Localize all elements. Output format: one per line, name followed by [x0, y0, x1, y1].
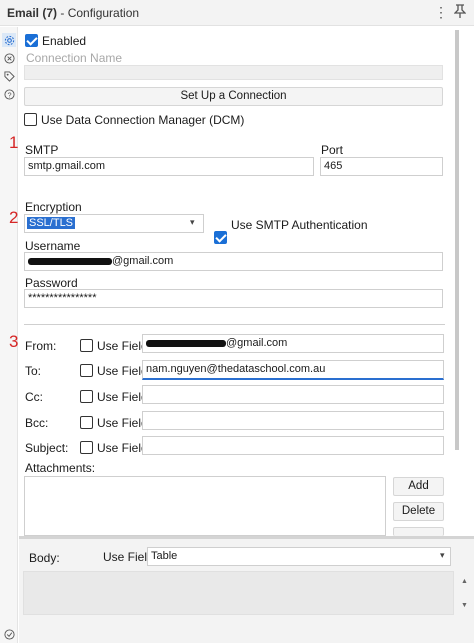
from-label: From:	[25, 339, 57, 353]
help-icon[interactable]: ?	[2, 87, 16, 101]
annotation-2: 2	[9, 208, 19, 227]
cc-use-field-label: Use Field	[97, 390, 148, 404]
smtp-auth-label: Use SMTP Authentication	[231, 218, 368, 232]
subject-input[interactable]	[142, 436, 444, 455]
attachments-label: Attachments:	[25, 461, 96, 475]
connection-name-field	[24, 65, 443, 80]
pin-icon[interactable]	[453, 4, 467, 21]
cc-use-field-checkbox[interactable]	[80, 390, 93, 403]
body-preview	[23, 571, 454, 615]
smtp-auth-checkbox[interactable]	[214, 231, 227, 244]
to-label: To:	[25, 364, 42, 378]
body-field-select[interactable]: Table	[147, 547, 451, 566]
subject-use-field-label: Use Field	[97, 441, 148, 455]
from-use-field-checkbox[interactable]	[80, 339, 93, 352]
dcm-label: Use Data Connection Manager (DCM)	[41, 113, 245, 127]
cc-input[interactable]	[142, 385, 444, 404]
password-input[interactable]: ****************	[24, 289, 443, 308]
username-input[interactable]: @gmail.com	[24, 252, 443, 271]
enabled-label: Enabled	[42, 34, 87, 48]
encryption-value: SSL/TLS	[27, 217, 76, 229]
annotation-3: 3	[9, 332, 19, 351]
gear-icon[interactable]	[2, 33, 16, 47]
delete-attachment-button[interactable]: Delete	[393, 502, 444, 521]
password-label: Password	[25, 276, 78, 290]
attachments-list[interactable]	[24, 476, 386, 536]
bcc-use-field-label: Use Field	[97, 416, 148, 430]
connection-name-label: Connection Name	[26, 51, 123, 65]
cc-label: Cc:	[25, 390, 43, 404]
chevron-down-icon[interactable]: ▾	[440, 550, 445, 561]
chevron-down-icon[interactable]: ▾	[190, 217, 195, 228]
scrollbar-thumb[interactable]	[455, 30, 459, 450]
smtp-label: SMTP	[25, 143, 59, 157]
smtp-input[interactable]: smtp.gmail.com	[24, 157, 314, 176]
connection-icon[interactable]	[2, 51, 16, 65]
to-input[interactable]: nam.nguyen@thedataschool.com.au	[142, 360, 444, 380]
enabled-checkbox[interactable]	[25, 34, 38, 47]
panel-header: Email (7) - Configuration ⋮	[0, 0, 474, 26]
annotation-1: 1	[9, 133, 19, 152]
to-use-field-checkbox[interactable]	[80, 364, 93, 377]
username-label: Username	[25, 239, 81, 253]
attachment-button-partial[interactable]	[393, 527, 444, 536]
add-attachment-button[interactable]: Add	[393, 477, 444, 496]
bcc-use-field-checkbox[interactable]	[80, 416, 93, 429]
encryption-label: Encryption	[25, 200, 82, 214]
redacted-text	[28, 257, 112, 265]
port-input[interactable]: 465	[320, 157, 443, 176]
dcm-checkbox[interactable]	[24, 113, 37, 126]
check-circle-icon	[2, 627, 16, 641]
panel-title: Email (7) - Configuration	[7, 6, 140, 20]
redacted-text	[146, 339, 226, 347]
bcc-label: Bcc:	[25, 416, 49, 430]
divider	[24, 324, 445, 325]
setup-connection-button[interactable]: Set Up a Connection	[24, 87, 443, 106]
from-use-field-label: Use Field	[97, 339, 148, 353]
subject-label: Subject:	[25, 441, 69, 455]
to-use-field-label: Use Field	[97, 364, 148, 378]
kebab-icon[interactable]: ⋮	[434, 4, 448, 21]
from-input[interactable]: @gmail.com	[142, 334, 444, 353]
tag-icon[interactable]	[2, 69, 16, 83]
encryption-select[interactable]: SSL/TLS	[24, 214, 204, 233]
body-label: Body:	[29, 551, 60, 565]
scroll-down-icon[interactable]: ▼	[461, 602, 468, 609]
bcc-input[interactable]	[142, 411, 444, 430]
subject-use-field-checkbox[interactable]	[80, 441, 93, 454]
svg-text:?: ?	[7, 90, 11, 99]
port-label: Port	[321, 143, 344, 157]
scroll-up-icon[interactable]: ▲	[461, 578, 468, 585]
